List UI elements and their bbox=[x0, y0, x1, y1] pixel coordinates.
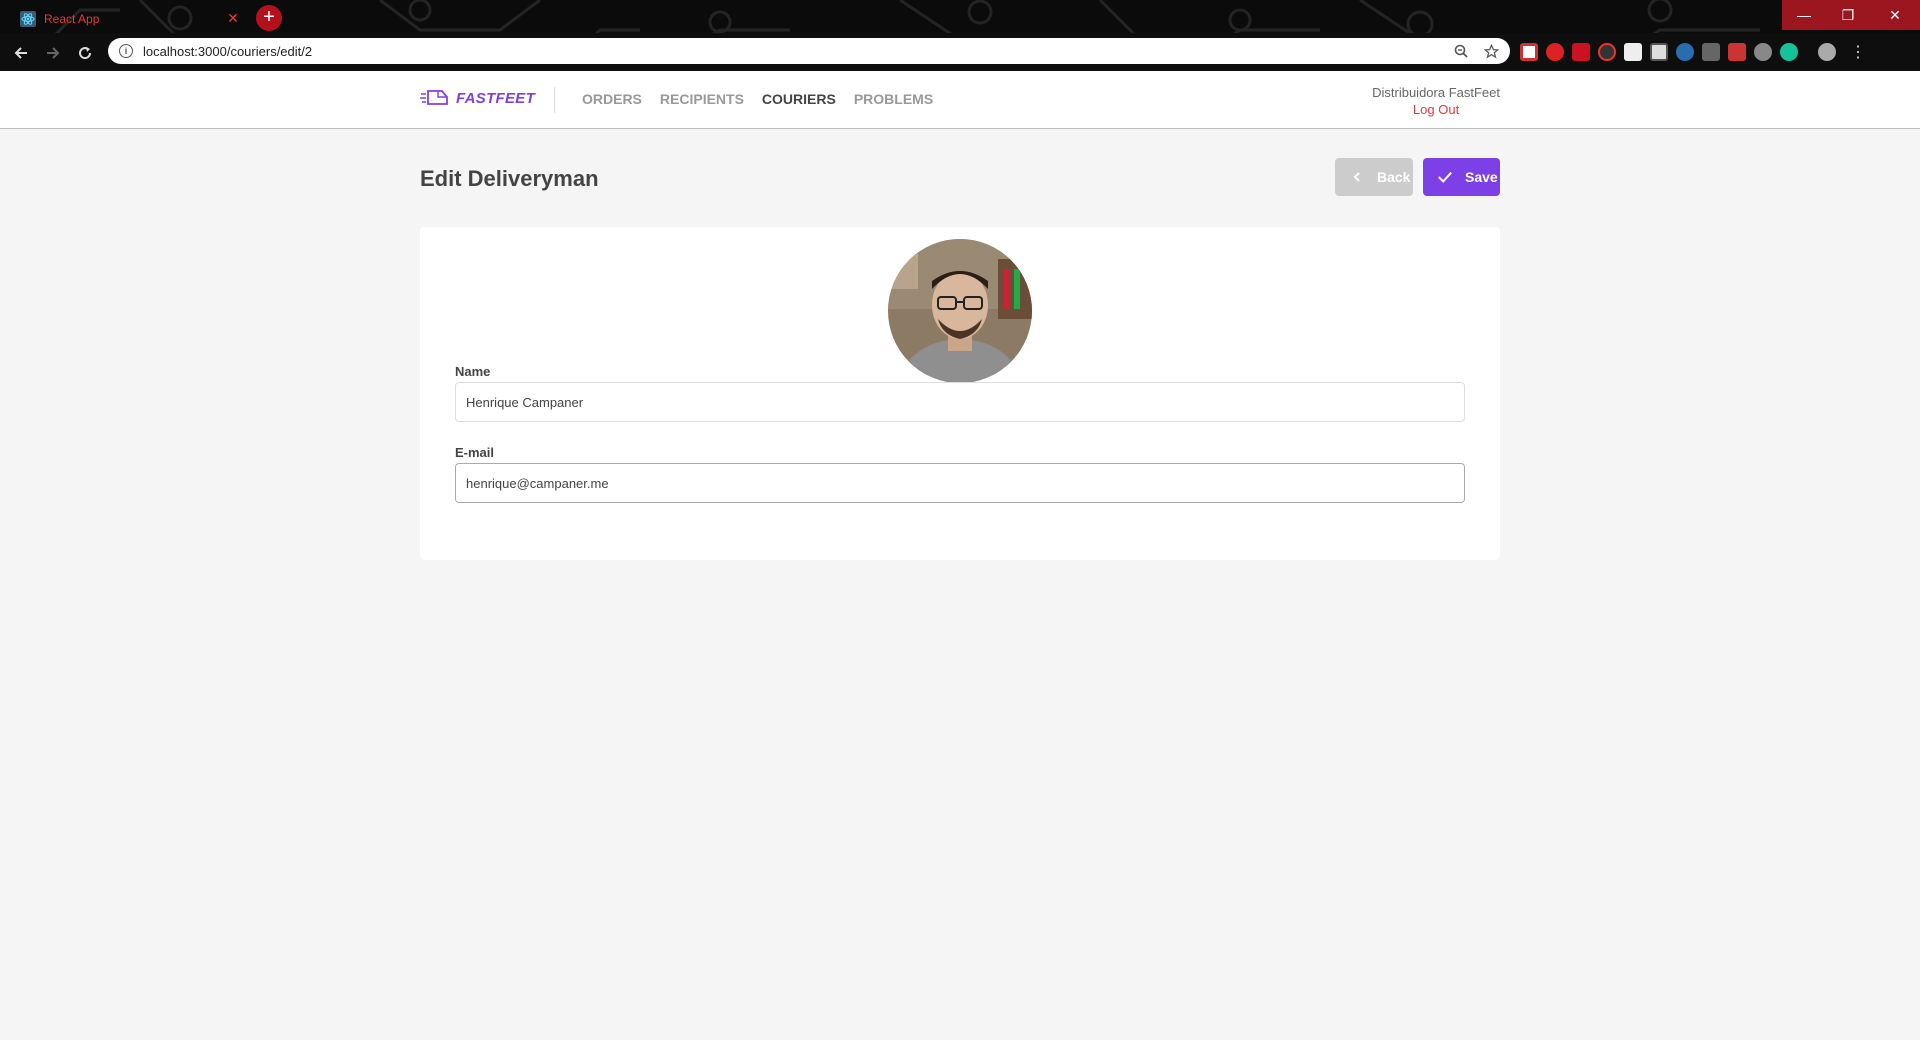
page-title: Edit Deliveryman bbox=[420, 166, 599, 191]
user-area: Distribuidora FastFeet Log Out bbox=[1372, 85, 1500, 117]
delivery-truck-icon bbox=[420, 90, 448, 105]
name-input[interactable] bbox=[455, 382, 1465, 422]
nav-recipients[interactable]: RECIPIENTS bbox=[660, 91, 744, 107]
name-label: Name bbox=[455, 364, 491, 379]
save-button-label: Save bbox=[1465, 169, 1498, 185]
save-button[interactable]: Save bbox=[1423, 158, 1500, 196]
extension-icon[interactable] bbox=[1702, 43, 1720, 61]
address-bar[interactable]: i localhost:3000/couriers/edit/2 bbox=[108, 38, 1510, 64]
window-restore-button[interactable]: ❐ bbox=[1826, 0, 1870, 30]
browser-menu-icon[interactable]: ⋮ bbox=[1850, 42, 1866, 62]
profile-avatar-icon[interactable] bbox=[1818, 43, 1836, 61]
email-label: E-mail bbox=[455, 445, 495, 460]
react-icon bbox=[20, 10, 36, 27]
browser-toolbar: i localhost:3000/couriers/edit/2 ⋮ bbox=[0, 33, 1920, 71]
main-nav: ORDERS RECIPIENTS COURIERS PROBLEMS bbox=[582, 91, 933, 107]
extension-icon[interactable] bbox=[1520, 43, 1538, 61]
circuit-background bbox=[54, 0, 1760, 33]
bookmark-star-icon[interactable] bbox=[1480, 40, 1502, 62]
site-info-icon[interactable]: i bbox=[119, 44, 133, 58]
browser-back-icon[interactable] bbox=[9, 41, 33, 65]
tab-title: React App bbox=[44, 11, 100, 26]
url-text: localhost:3000/couriers/edit/2 bbox=[143, 43, 313, 59]
email-input[interactable] bbox=[455, 463, 1465, 503]
extension-icon[interactable] bbox=[1650, 43, 1668, 61]
extension-icon[interactable] bbox=[1572, 43, 1590, 61]
back-button-label: Back bbox=[1377, 169, 1411, 185]
window-close-button[interactable]: ✕ bbox=[1870, 0, 1920, 30]
extension-icon[interactable] bbox=[1754, 43, 1772, 61]
chevron-left-icon bbox=[1349, 169, 1365, 185]
window-minimize-button[interactable]: — bbox=[1782, 0, 1826, 30]
user-name: Distribuidora FastFeet bbox=[1372, 85, 1500, 100]
extensions-strip: ⋮ bbox=[1520, 40, 1866, 64]
browser-forward-icon[interactable] bbox=[41, 41, 65, 65]
logo-text: FASTFEET bbox=[456, 89, 536, 107]
zoom-icon[interactable] bbox=[1450, 40, 1472, 62]
nav-orders[interactable]: ORDERS bbox=[582, 91, 642, 107]
avatar[interactable] bbox=[888, 239, 1032, 383]
extension-icon[interactable] bbox=[1546, 43, 1564, 61]
browser-tab[interactable]: React App ✕ bbox=[10, 4, 250, 33]
nav-problems[interactable]: PROBLEMS bbox=[854, 91, 933, 107]
extension-icon[interactable] bbox=[1676, 43, 1694, 61]
new-tab-button[interactable]: + bbox=[256, 5, 282, 31]
grammarly-icon[interactable] bbox=[1780, 43, 1798, 61]
browser-title-bar: React App ✕ + — ❐ ✕ bbox=[0, 0, 1920, 33]
nav-couriers[interactable]: COURIERS bbox=[762, 91, 836, 107]
logout-link[interactable]: Log Out bbox=[1372, 102, 1500, 117]
extension-icon[interactable] bbox=[1624, 43, 1642, 61]
fastfeet-logo[interactable]: FASTFEET bbox=[420, 88, 535, 108]
app-header: FASTFEET ORDERS RECIPIENTS COURIERS PROB… bbox=[0, 71, 1920, 129]
tab-close-icon[interactable]: ✕ bbox=[224, 10, 242, 27]
avatar-photo bbox=[888, 239, 1032, 383]
extension-icon[interactable] bbox=[1598, 43, 1616, 61]
back-button[interactable]: Back bbox=[1335, 158, 1413, 196]
edit-form-card: Name E-mail bbox=[420, 227, 1500, 560]
header-divider bbox=[554, 87, 555, 113]
browser-reload-icon[interactable] bbox=[73, 41, 97, 65]
extension-icon[interactable] bbox=[1728, 43, 1746, 61]
check-icon bbox=[1437, 169, 1453, 185]
